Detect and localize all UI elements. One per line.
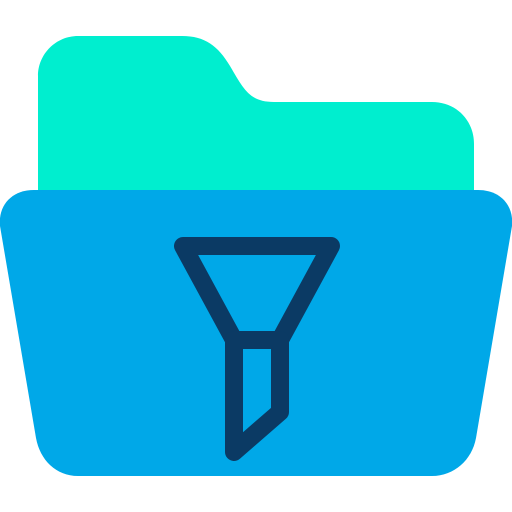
- icon-canvas: [0, 0, 512, 512]
- folder-back-icon: [38, 36, 474, 205]
- folder-filter-icon: [0, 36, 512, 476]
